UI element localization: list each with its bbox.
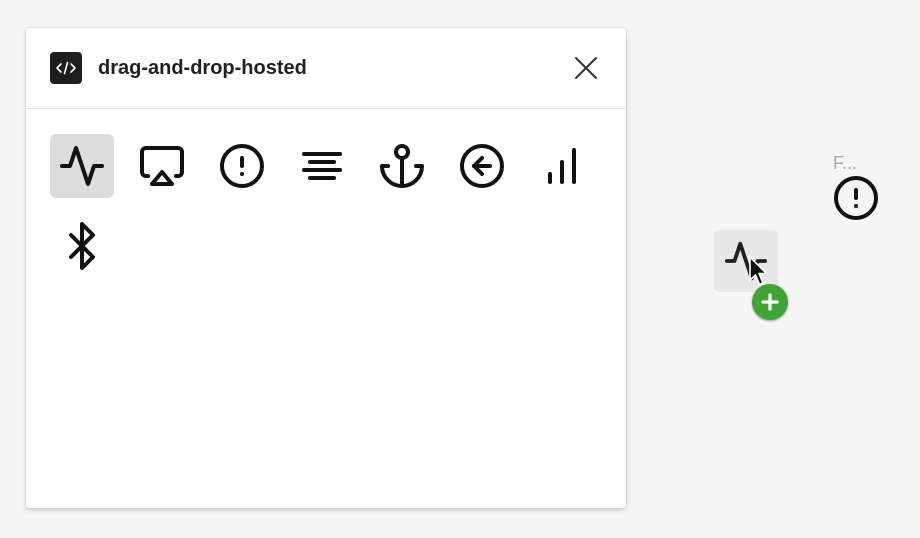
close-icon	[575, 57, 597, 79]
icon-tile-bluetooth[interactable]	[50, 214, 114, 278]
icon-tile-bar-chart[interactable]	[530, 134, 594, 198]
icon-tile-align-center[interactable]	[290, 134, 354, 198]
alert-circle-icon	[220, 144, 264, 188]
bar-chart-icon	[548, 148, 576, 184]
airplay-icon	[140, 146, 184, 186]
alert-circle-icon	[834, 176, 878, 220]
drop-add-indicator	[752, 284, 788, 320]
icon-tile-activity[interactable]	[50, 134, 114, 198]
icon-tile-alert-circle[interactable]	[210, 134, 274, 198]
close-button[interactable]	[570, 52, 602, 84]
code-brackets-icon	[50, 52, 82, 84]
align-center-icon	[302, 152, 342, 180]
bluetooth-icon	[69, 222, 95, 270]
anchor-icon	[380, 144, 424, 188]
icon-tile-airplay[interactable]	[130, 134, 194, 198]
plus-icon	[761, 293, 779, 311]
canvas[interactable]: drag-and-drop-hosted F...	[0, 0, 920, 538]
arrow-left-circle-icon	[460, 144, 504, 188]
icon-tile-anchor[interactable]	[370, 134, 434, 198]
icon-tile-arrow-left-circle[interactable]	[450, 134, 514, 198]
node-label: F...	[833, 153, 858, 173]
activity-icon	[60, 146, 104, 186]
canvas-node[interactable]: F...	[830, 152, 882, 227]
plugin-panel: drag-and-drop-hosted	[26, 28, 626, 508]
node-icon-wrapper	[830, 174, 882, 227]
panel-title: drag-and-drop-hosted	[98, 57, 307, 79]
panel-header: drag-and-drop-hosted	[26, 28, 626, 109]
